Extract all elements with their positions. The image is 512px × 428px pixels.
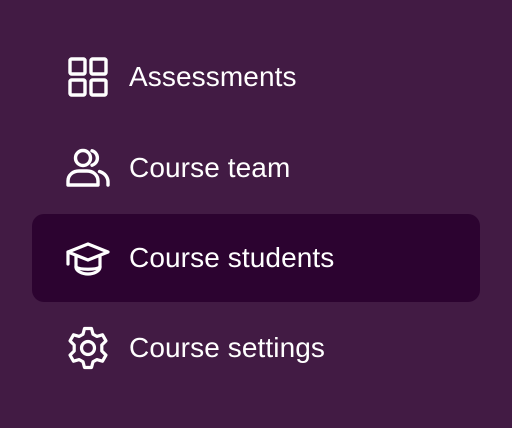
sidebar-item-label: Course team: [129, 152, 291, 183]
sidebar-item-course-settings[interactable]: Course settings: [32, 304, 480, 392]
users-icon: [64, 144, 112, 192]
sidebar-item-assessments[interactable]: Assessments: [32, 33, 480, 121]
gear-icon: [64, 324, 112, 372]
sidebar-item-course-students[interactable]: Course students: [32, 214, 480, 302]
grid-icon: [64, 53, 112, 101]
graduation-cap-icon: [64, 234, 112, 282]
sidebar-item-label: Course students: [129, 242, 335, 273]
sidebar-item-label: Assessments: [129, 61, 297, 92]
sidebar-item-course-team[interactable]: Course team: [32, 124, 480, 212]
sidebar-item-label: Course settings: [129, 332, 326, 363]
sidebar-nav: Assessments Course team Course students: [0, 0, 512, 428]
